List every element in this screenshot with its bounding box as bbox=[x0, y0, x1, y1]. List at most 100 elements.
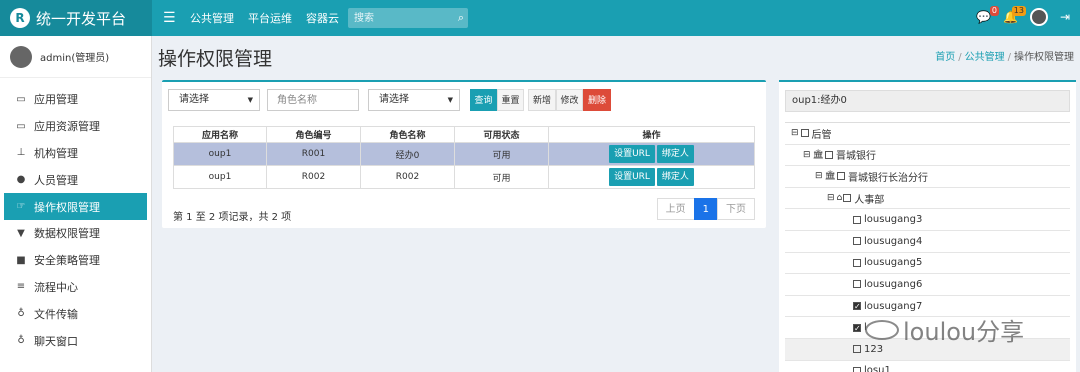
app-select[interactable]: 请选择 ▼ bbox=[168, 89, 260, 111]
users-icon: ● bbox=[16, 174, 26, 186]
transfer-icon: ♁ bbox=[17, 308, 25, 320]
checkbox[interactable] bbox=[853, 237, 861, 246]
cell-name: 经办0 bbox=[360, 142, 455, 166]
tree-leaf[interactable]: lousugang6 bbox=[785, 274, 1070, 296]
logout-icon[interactable]: ⇥ bbox=[1060, 10, 1070, 24]
messages-badge: 0 bbox=[989, 6, 999, 16]
edit-button[interactable]: 修改 bbox=[556, 89, 583, 111]
cell-code: R002 bbox=[266, 165, 361, 189]
role-name-input[interactable] bbox=[267, 89, 359, 111]
cell-name: R002 bbox=[360, 165, 455, 189]
table-header-row: 应用名称 角色编号 角色名称 可用状态 操作 bbox=[173, 126, 755, 143]
checkbox[interactable] bbox=[853, 258, 861, 267]
tree-node[interactable]: ⊟ 🏛 晋城银行长治分行 bbox=[785, 166, 1070, 188]
cell-actions: 设置URL 绑定人 bbox=[548, 142, 755, 166]
col-status[interactable]: 可用状态 bbox=[454, 126, 549, 143]
selected-role-field: oup1:经办0 bbox=[785, 90, 1070, 112]
col-actions: 操作 bbox=[548, 126, 755, 143]
search-input[interactable] bbox=[348, 8, 448, 28]
checkbox[interactable] bbox=[853, 280, 861, 289]
filter-icon: ▼ bbox=[17, 227, 25, 239]
sidebar-item-app-resource[interactable]: ▭ 应用资源管理 bbox=[0, 113, 151, 140]
topnav-item-cloud[interactable]: 容器云 bbox=[306, 10, 339, 26]
sidebar-item-security[interactable]: ■ 安全策略管理 bbox=[0, 247, 151, 274]
checkbox[interactable] bbox=[853, 345, 861, 354]
collapse-icon[interactable]: ⊟ bbox=[803, 150, 811, 160]
delete-button[interactable]: 删除 bbox=[583, 89, 611, 111]
top-icons: 💬 0 🔔 13 ⇥ bbox=[976, 6, 1070, 26]
cell-status: 可用 bbox=[454, 165, 549, 189]
lock-icon: ■ bbox=[16, 254, 26, 266]
bind-user-button[interactable]: 绑定人 bbox=[656, 168, 694, 186]
sidebar-item-data-permission[interactable]: ▼ 数据权限管理 bbox=[0, 220, 151, 247]
prev-page-button[interactable]: 上页 bbox=[656, 198, 695, 220]
checkbox[interactable] bbox=[824, 150, 833, 159]
role-list-panel: 请选择▼ 请选择▼ 查询 重置 新增 修改 删除 应用名称 角色编号 角色名称 … bbox=[162, 80, 766, 228]
sidebar-item-users[interactable]: ● 人员管理 bbox=[0, 166, 151, 193]
set-url-button[interactable]: 设置URL bbox=[609, 145, 655, 163]
checkbox-checked[interactable]: ✓ bbox=[853, 302, 861, 311]
tree-node[interactable]: ⊟ ⌂ 人事部 bbox=[785, 188, 1070, 210]
breadcrumb-public[interactable]: 公共管理 bbox=[965, 52, 1005, 63]
sidebar-item-file-transfer[interactable]: ♁ 文件传输 bbox=[0, 300, 151, 327]
chat-icon: ♁ bbox=[17, 335, 25, 347]
sidebar-item-workflow[interactable]: ≡ 流程中心 bbox=[0, 274, 151, 301]
collapse-icon[interactable]: ⊟ bbox=[827, 193, 835, 203]
topnav-item-ops[interactable]: 平台运维 bbox=[248, 10, 292, 26]
cell-code: R001 bbox=[266, 142, 361, 166]
table-row[interactable]: oup1 R001 经办0 可用 设置URL 绑定人 bbox=[173, 142, 755, 166]
tree-leaf[interactable]: lousugang5 bbox=[785, 253, 1070, 275]
checkbox[interactable] bbox=[800, 129, 809, 138]
collapse-icon[interactable]: ⊟ bbox=[791, 128, 799, 138]
checkbox[interactable] bbox=[853, 366, 861, 372]
avatar[interactable] bbox=[1029, 8, 1048, 26]
breadcrumb: 首页 / 公共管理 / 操作权限管理 bbox=[935, 52, 1074, 63]
watermark: loulou分享 bbox=[865, 312, 1024, 347]
monitor-icon: ▭ bbox=[16, 120, 26, 132]
tree-leaf[interactable]: lousugang4 bbox=[785, 231, 1070, 253]
record-info: 第 1 至 2 项记录，共 2 项 bbox=[173, 212, 292, 223]
col-role-name[interactable]: 角色名称 bbox=[360, 126, 455, 143]
checkbox[interactable] bbox=[853, 215, 861, 224]
menu-toggle-icon[interactable]: ☰ bbox=[163, 10, 176, 26]
tree-leaf[interactable]: losu1 bbox=[785, 361, 1070, 372]
checkbox[interactable] bbox=[843, 194, 852, 203]
org-tree-icon: ⊥ bbox=[16, 147, 26, 159]
status-select[interactable]: 请选择 ▼ bbox=[368, 89, 460, 111]
sidebar-item-chat[interactable]: ♁ 聊天窗口 bbox=[0, 327, 151, 354]
add-button[interactable]: 新增 bbox=[528, 89, 556, 111]
table-row[interactable]: oup1 R002 R002 可用 设置URL 绑定人 bbox=[173, 165, 755, 189]
bind-user-button[interactable]: 绑定人 bbox=[656, 145, 694, 163]
logo-icon: R bbox=[10, 8, 30, 28]
reset-button[interactable]: 重置 bbox=[497, 89, 524, 111]
checkbox-checked[interactable]: ✓ bbox=[853, 323, 861, 332]
page-1-button[interactable]: 1 bbox=[693, 198, 718, 220]
query-button[interactable]: 查询 bbox=[470, 89, 497, 111]
pagination: 上页 1 下页 bbox=[656, 198, 755, 220]
notifications-icon[interactable]: 🔔 13 bbox=[1003, 6, 1026, 24]
tree-node[interactable]: ⊟ 后管 bbox=[785, 123, 1070, 145]
user-name: admin(管理员) bbox=[40, 53, 110, 64]
sidebar-item-operation-permission[interactable]: ☞ 操作权限管理 bbox=[4, 193, 147, 220]
topnav-item-public[interactable]: 公共管理 bbox=[190, 10, 234, 26]
set-url-button[interactable]: 设置URL bbox=[609, 168, 655, 186]
top-header: R 统一开发平台 ☰ 公共管理 平台运维 容器云 ⌕ 💬0 🔔13 ⇥ bbox=[0, 0, 1080, 36]
checkbox[interactable] bbox=[836, 172, 845, 181]
next-page-button[interactable]: 下页 bbox=[717, 198, 755, 220]
role-table: 应用名称 角色编号 角色名称 可用状态 操作 oup1 R001 经办0 可用 … bbox=[173, 126, 755, 189]
cell-app: oup1 bbox=[173, 165, 267, 189]
col-app-name[interactable]: 应用名称 bbox=[173, 126, 267, 143]
sidebar-item-app[interactable]: ▭ 应用管理 bbox=[0, 86, 151, 113]
brand-logo[interactable]: R 统一开发平台 bbox=[0, 0, 152, 36]
tree-leaf[interactable]: lousugang3 bbox=[785, 209, 1070, 231]
wechat-icon bbox=[865, 320, 899, 340]
breadcrumb-home[interactable]: 首页 bbox=[935, 52, 955, 63]
user-panel: admin(管理员) bbox=[0, 36, 151, 78]
col-role-code[interactable]: 角色编号 bbox=[266, 126, 361, 143]
messages-icon[interactable]: 💬 0 bbox=[976, 6, 999, 24]
search-icon[interactable]: ⌕ bbox=[458, 11, 464, 25]
tree-node[interactable]: ⊟ 🏛 晋城银行 bbox=[785, 145, 1070, 167]
collapse-icon[interactable]: ⊟ bbox=[815, 171, 823, 181]
sidebar-item-org[interactable]: ⊥ 机构管理 bbox=[0, 140, 151, 167]
page-title: 操作权限管理 bbox=[158, 48, 273, 70]
